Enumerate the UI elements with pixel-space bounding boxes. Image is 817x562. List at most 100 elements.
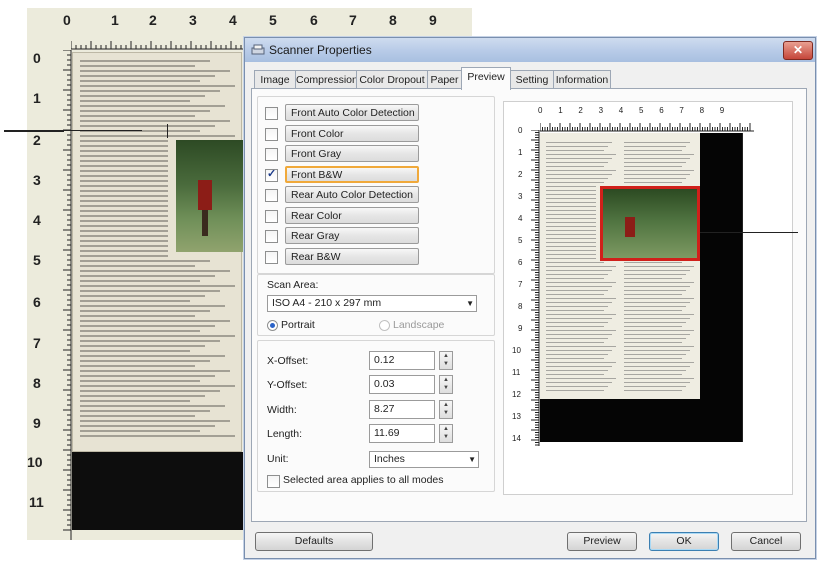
close-button[interactable]: ✕ xyxy=(783,41,813,60)
arrow-down-icon: ▼ xyxy=(443,385,449,391)
text-line xyxy=(546,250,596,251)
tab-setting[interactable]: Setting xyxy=(510,70,554,89)
cancel-button[interactable]: Cancel xyxy=(731,532,801,551)
front-bw-checkbox[interactable]: ✓ xyxy=(265,168,278,182)
text-line xyxy=(546,382,612,383)
front-color-checkbox[interactable] xyxy=(265,127,278,141)
text-line xyxy=(80,280,200,282)
selected-area-all-modes-checkbox[interactable] xyxy=(267,475,280,488)
text-line xyxy=(546,154,616,155)
front-gray-checkbox[interactable] xyxy=(265,148,278,161)
text-line xyxy=(80,170,168,172)
defaults-button[interactable]: Defaults xyxy=(255,532,373,551)
text-line xyxy=(546,378,616,379)
text-line xyxy=(80,80,200,82)
text-line xyxy=(80,160,168,162)
length-spinner[interactable]: ▲ ▼ xyxy=(439,424,453,443)
text-line xyxy=(624,270,690,271)
text-line xyxy=(546,218,596,219)
text-line xyxy=(546,310,604,311)
front-gray-button[interactable]: Front Gray xyxy=(285,145,419,162)
tab-information[interactable]: Information xyxy=(553,70,611,89)
width-spinner[interactable]: ▲ ▼ xyxy=(439,400,453,419)
rear-bw-checkbox[interactable] xyxy=(265,250,278,264)
text-line xyxy=(546,314,616,315)
text-line xyxy=(80,235,168,237)
text-line xyxy=(624,370,686,371)
text-line xyxy=(80,105,225,107)
front-color-button[interactable]: Front Color xyxy=(285,124,419,142)
text-line xyxy=(624,302,690,303)
text-line xyxy=(624,354,686,355)
tab-preview[interactable]: Preview xyxy=(461,67,511,90)
tab-paper[interactable]: Paper xyxy=(427,70,462,89)
text-line xyxy=(546,230,596,231)
text-line xyxy=(546,190,596,191)
text-line xyxy=(80,175,168,177)
ok-button[interactable]: OK xyxy=(649,532,719,551)
scanned-photo xyxy=(176,140,246,252)
width-input[interactable]: 8.27 xyxy=(369,400,435,419)
tab-image[interactable]: Image xyxy=(254,70,296,89)
text-line xyxy=(80,115,195,117)
rear-bw-button[interactable]: Rear B&W xyxy=(285,247,419,265)
text-line xyxy=(546,350,612,351)
text-line xyxy=(624,326,682,327)
rear-color-checkbox[interactable] xyxy=(265,209,278,223)
ruler-number: 6 xyxy=(310,12,318,28)
text-line xyxy=(546,302,612,303)
text-line xyxy=(80,435,235,437)
ruler-number: 2 xyxy=(33,132,41,148)
text-line xyxy=(624,294,682,295)
front-bw-button[interactable]: Front B&W xyxy=(285,165,419,183)
preview-ruler-number: 1 xyxy=(518,148,523,157)
text-line xyxy=(80,325,215,327)
landscape-radio[interactable] xyxy=(379,320,390,331)
ruler-number: 5 xyxy=(269,12,277,28)
text-line xyxy=(80,90,220,92)
front-auto-color-detection-button[interactable]: Front Auto Color Detection xyxy=(285,104,419,121)
rear-auto-color-detection-button[interactable]: Rear Auto Color Detection xyxy=(285,186,419,203)
portrait-radio[interactable] xyxy=(267,320,278,331)
text-line xyxy=(624,146,686,147)
text-line xyxy=(546,290,608,291)
text-line xyxy=(80,310,210,312)
text-line xyxy=(80,285,235,287)
text-line xyxy=(546,186,596,187)
text-line xyxy=(624,286,690,287)
preview-ruler-number: 6 xyxy=(659,106,664,115)
selection-area-rectangle[interactable] xyxy=(600,186,700,261)
scan-area-select[interactable]: ISO A4 - 210 x 297 mm ▼ xyxy=(267,295,477,312)
text-line xyxy=(624,278,682,279)
front-auto-color-detection-checkbox[interactable] xyxy=(265,107,278,120)
arrow-up-icon: ▲ xyxy=(443,402,449,408)
arrow-up-icon: ▲ xyxy=(443,353,449,359)
text-line xyxy=(546,326,604,327)
title-bar[interactable]: Scanner Properties ✕ xyxy=(245,38,815,62)
text-line xyxy=(80,100,190,102)
rear-gray-button[interactable]: Rear Gray xyxy=(285,227,419,244)
scan-area-label: Scan Area: xyxy=(267,279,319,291)
rear-color-button[interactable]: Rear Color xyxy=(285,206,419,224)
text-line xyxy=(80,180,168,182)
text-line xyxy=(546,166,604,167)
text-line xyxy=(80,410,210,412)
rear-gray-checkbox[interactable] xyxy=(265,230,278,243)
tab-color-dropout[interactable]: Color Dropout xyxy=(356,70,428,89)
x-offset-input[interactable]: 0.12 xyxy=(369,351,435,370)
y-offset-spinner[interactable]: ▲ ▼ xyxy=(439,375,453,394)
preview-button[interactable]: Preview xyxy=(567,532,637,551)
x-offset-spinner[interactable]: ▲ ▼ xyxy=(439,351,453,370)
ruler-number: 4 xyxy=(229,12,237,28)
preview-ruler-number: 0 xyxy=(538,106,543,115)
tab-compression[interactable]: Compression xyxy=(295,70,358,89)
rear-auto-color-detection-checkbox[interactable] xyxy=(265,189,278,202)
preview-ruler-number: 2 xyxy=(578,106,583,115)
arrow-down-icon: ▼ xyxy=(443,361,449,367)
y-offset-input[interactable]: 0.03 xyxy=(369,375,435,394)
text-line xyxy=(80,205,168,207)
text-line xyxy=(624,374,682,375)
unit-select[interactable]: Inches ▼ xyxy=(369,451,479,468)
length-input[interactable]: 11.69 xyxy=(369,424,435,443)
text-line xyxy=(624,298,694,299)
